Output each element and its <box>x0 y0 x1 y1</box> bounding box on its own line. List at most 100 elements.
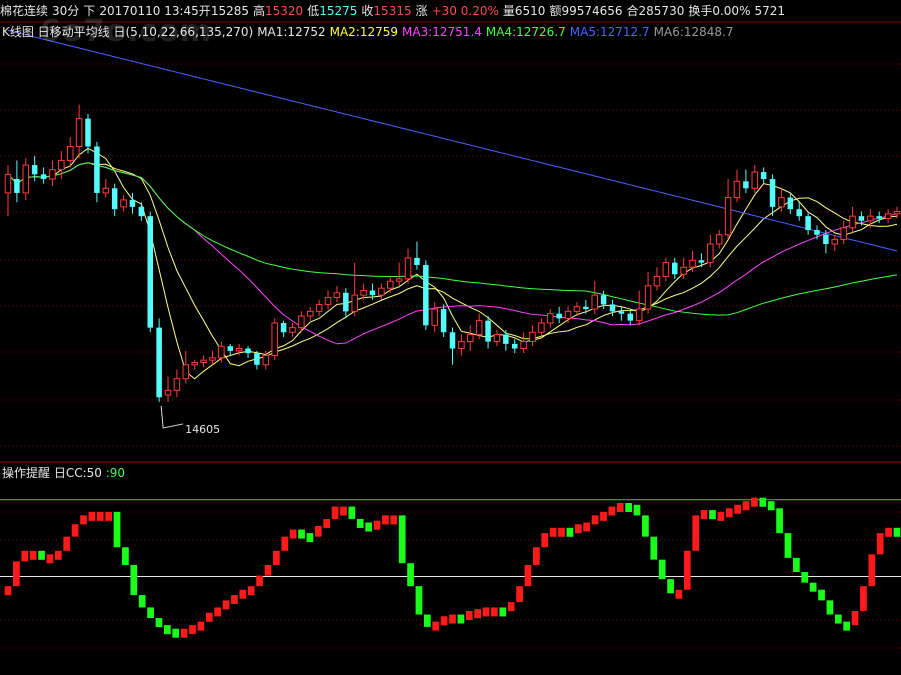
indicator-bar <box>256 575 263 587</box>
candle-body <box>40 174 47 180</box>
candle-body <box>849 215 856 229</box>
indicator-bar <box>625 503 632 513</box>
candle-body <box>520 341 527 350</box>
indicator-bar <box>457 614 465 624</box>
candle-body <box>644 285 652 310</box>
indicator-bar <box>281 536 289 551</box>
candle-body <box>635 308 643 322</box>
candle-body <box>369 290 376 296</box>
volume-value: 量6510 <box>502 4 546 18</box>
candle-body <box>733 180 741 199</box>
indicator-bar <box>105 511 112 521</box>
indicator-bar <box>583 522 591 532</box>
candle-body <box>529 331 536 343</box>
candle-body <box>289 327 296 333</box>
candle-body <box>493 334 501 343</box>
candle-body <box>840 227 847 240</box>
indicator-bar <box>482 607 490 617</box>
indicator-bar <box>63 536 71 551</box>
indicator-bar <box>667 579 674 594</box>
indicator-bar <box>273 550 280 565</box>
candle-body <box>485 320 491 342</box>
candle-body <box>209 357 216 361</box>
kline-chart-window: 14605 6o7o.com 棉花连续 30分下 20170110 13:45开15… <box>0 0 901 675</box>
candle-body <box>200 359 207 363</box>
change-label: 涨 <box>415 4 428 18</box>
candle-body <box>404 257 412 280</box>
indicator-bar <box>423 614 431 627</box>
indicator-bar <box>491 607 498 617</box>
indicator-bar <box>440 616 448 626</box>
low-annotation-label: 14605 <box>185 423 220 436</box>
indicator-bar <box>784 533 792 558</box>
indicator-bar <box>348 506 356 519</box>
indicator-bar <box>474 609 482 619</box>
high-value: 15320 <box>265 4 304 18</box>
indicator-bar <box>876 533 884 555</box>
indicator-bar <box>264 564 272 576</box>
low-annotation: 14605 <box>160 405 220 436</box>
candle-body <box>440 309 447 333</box>
candle-body <box>573 306 581 312</box>
candle-body <box>867 215 874 222</box>
indicator-bar <box>776 508 783 534</box>
indicator-bar <box>851 610 859 626</box>
candle-body <box>147 216 153 328</box>
indicator-bar <box>793 557 800 573</box>
indicator-bar <box>4 586 12 596</box>
indicator-bar <box>725 508 733 518</box>
indicator-bar <box>608 506 616 516</box>
candle-body <box>85 118 91 147</box>
indicator-bar <box>767 501 775 511</box>
candle-body <box>583 306 589 310</box>
indicator-bar <box>868 554 876 587</box>
ma4-value: MA4:12726.7 <box>485 25 566 39</box>
candle-body <box>111 188 118 210</box>
indicator-bar <box>700 510 708 520</box>
indicator-bar <box>893 527 901 537</box>
candle-body <box>387 280 394 289</box>
indicator-bar <box>189 625 196 635</box>
candle-body <box>538 322 545 333</box>
candle-body <box>75 118 83 147</box>
candle-body <box>778 197 785 208</box>
ma6-value: MA6:12848.7 <box>653 25 734 39</box>
high-label: 高 <box>253 4 266 18</box>
indicator-bar <box>516 586 523 603</box>
indicator-bar <box>415 586 423 615</box>
candle-body <box>66 146 74 161</box>
candle-body <box>769 179 776 207</box>
indicator-bar <box>80 515 87 525</box>
chart-canvas: 14605 <box>0 21 901 649</box>
indicator-bar <box>331 506 339 519</box>
indicator-bar <box>147 607 154 619</box>
candle-body <box>245 348 251 354</box>
indicator-bar <box>130 564 138 596</box>
indicator-bar <box>801 572 809 583</box>
indicator-bar <box>180 628 188 638</box>
indicator-bar <box>826 600 834 615</box>
indicator-bar <box>163 625 171 635</box>
candle-body <box>680 266 687 275</box>
close-label: 收 <box>361 4 374 18</box>
candle-body <box>760 172 767 180</box>
candle-body <box>858 216 865 221</box>
candle-body <box>343 292 349 312</box>
indicator-bar <box>558 527 565 537</box>
candle-body <box>315 303 323 312</box>
candle-body <box>218 345 225 359</box>
indicator-bar <box>390 515 398 525</box>
moving-average-lines <box>7 29 898 380</box>
ma-legend: K线图 日移动平均线 日(5,10,22,66,135,270) MA1:1275… <box>2 24 901 40</box>
candle-body <box>475 320 483 336</box>
close-value: 15315 <box>373 4 412 18</box>
indicator-bar <box>197 621 205 631</box>
ma1-value: MA1:12752 <box>257 25 326 39</box>
indicator-bar <box>675 589 683 599</box>
candle-body <box>653 276 661 287</box>
candle-body <box>564 310 572 319</box>
candle-body <box>707 243 714 264</box>
indicator-bar <box>507 602 515 612</box>
candle-body <box>796 209 802 217</box>
indicator-bar <box>205 612 213 622</box>
